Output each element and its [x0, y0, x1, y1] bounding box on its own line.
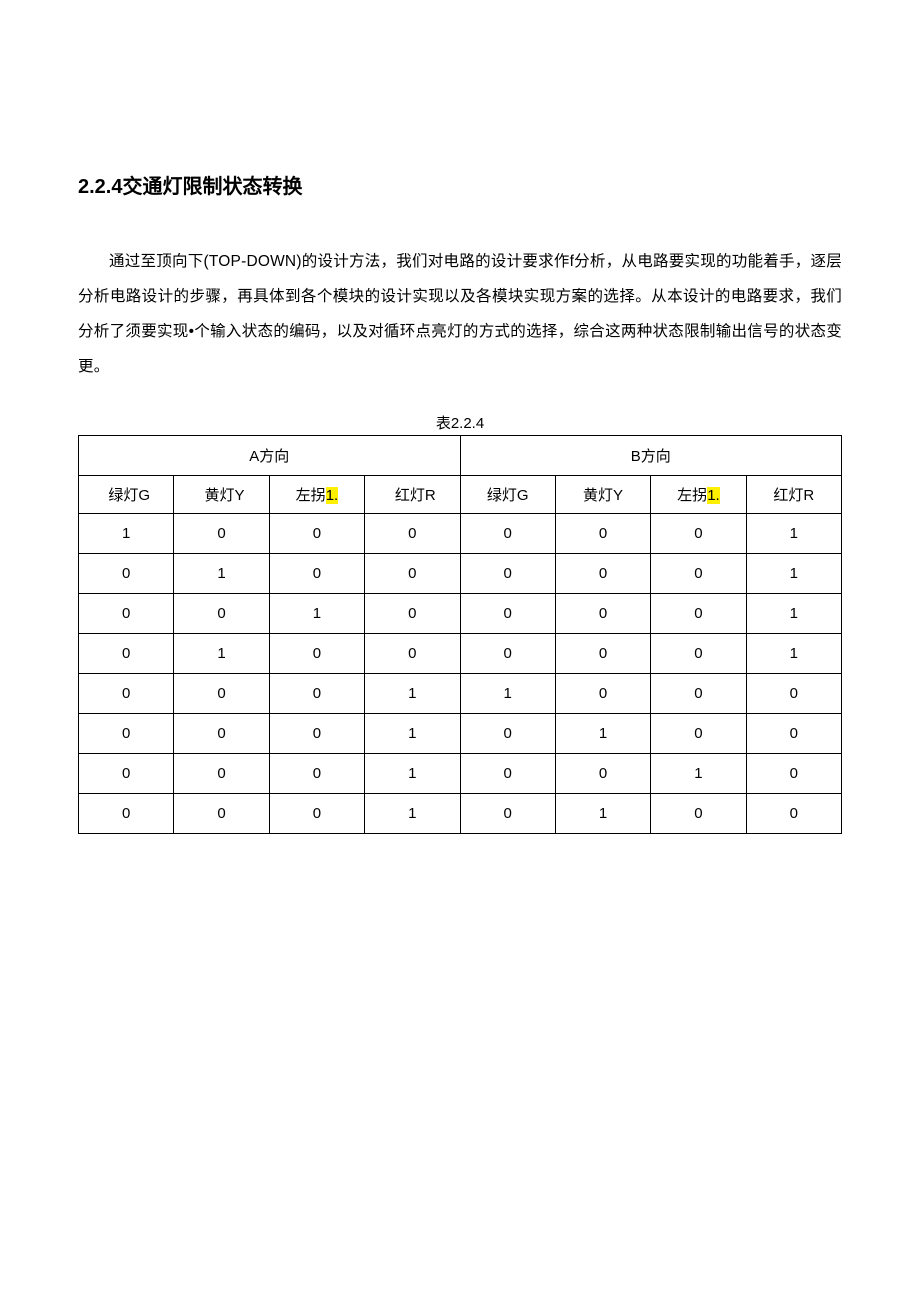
table-cell: 0: [555, 513, 650, 553]
table-cell: 1: [365, 673, 460, 713]
table-row: 00011000: [79, 673, 842, 713]
col-b-left-text: 左拐: [677, 487, 707, 504]
table-cell: 0: [79, 793, 174, 833]
table-cell: 0: [79, 673, 174, 713]
table-row: 01000001: [79, 633, 842, 673]
table-row: 10000001: [79, 513, 842, 553]
table-cell: 0: [651, 713, 746, 753]
table-cell: 1: [651, 753, 746, 793]
table-cell: 0: [555, 633, 650, 673]
col-a-red: 红灯R: [365, 475, 460, 513]
table-cell: 1: [555, 713, 650, 753]
col-b-left: 左拐1.: [651, 475, 746, 513]
section-heading: 2.2.4交通灯限制状态转换: [78, 170, 842, 199]
header-b-direction: B方向: [460, 435, 842, 475]
table-cell: 0: [555, 553, 650, 593]
table-cell: 0: [269, 513, 364, 553]
table-cell: 1: [460, 673, 555, 713]
header-a-direction: A方向: [79, 435, 461, 475]
table-cell: 1: [746, 553, 841, 593]
table-cell: 0: [365, 633, 460, 673]
table-row: 01000001: [79, 553, 842, 593]
col-a-left: 左拐1.: [269, 475, 364, 513]
table-body: A方向 B方向 绿灯G 黄灯Y 左拐1. 红灯R 绿灯G 黄灯Y 左拐1. 红灯…: [79, 435, 842, 833]
table-cell: 0: [269, 633, 364, 673]
table-cell: 0: [174, 513, 269, 553]
table-cell: 1: [746, 593, 841, 633]
col-a-green: 绿灯G: [79, 475, 174, 513]
table-cell: 0: [651, 673, 746, 713]
col-a-left-text: 左拐: [296, 487, 326, 504]
table-cell: 1: [746, 633, 841, 673]
table-cell: 0: [174, 753, 269, 793]
table-cell: 0: [365, 553, 460, 593]
col-a-yellow: 黄灯Y: [174, 475, 269, 513]
table-cell: 0: [555, 593, 650, 633]
table-cell: 1: [79, 513, 174, 553]
table-header-row-lights: 绿灯G 黄灯Y 左拐1. 红灯R 绿灯G 黄灯Y 左拐1. 红灯R: [79, 475, 842, 513]
table-cell: 0: [460, 593, 555, 633]
col-b-left-highlight: 1.: [707, 487, 720, 504]
table-cell: 0: [746, 793, 841, 833]
table-cell: 0: [269, 553, 364, 593]
table-cell: 0: [460, 553, 555, 593]
table-cell: 0: [460, 793, 555, 833]
table-cell: 0: [555, 673, 650, 713]
table-cell: 1: [365, 713, 460, 753]
table-cell: 0: [746, 753, 841, 793]
table-cell: 1: [746, 513, 841, 553]
table-cell: 0: [651, 553, 746, 593]
col-b-red: 红灯R: [746, 475, 841, 513]
table-cell: 0: [174, 593, 269, 633]
table-row: 00010010: [79, 753, 842, 793]
table-cell: 0: [460, 513, 555, 553]
table-cell: 0: [269, 753, 364, 793]
table-cell: 0: [555, 753, 650, 793]
table-header-row-directions: A方向 B方向: [79, 435, 842, 475]
document-page: 2.2.4交通灯限制状态转换 通过至顶向下(TOP-DOWN)的设计方法，我们对…: [0, 0, 920, 1301]
table-cell: 0: [79, 753, 174, 793]
table-cell: 0: [651, 513, 746, 553]
table-cell: 0: [460, 753, 555, 793]
table-cell: 0: [746, 713, 841, 753]
state-transition-table: A方向 B方向 绿灯G 黄灯Y 左拐1. 红灯R 绿灯G 黄灯Y 左拐1. 红灯…: [78, 435, 842, 834]
table-cell: 1: [365, 753, 460, 793]
table-cell: 1: [174, 553, 269, 593]
table-cell: 0: [651, 593, 746, 633]
table-row: 00010100: [79, 793, 842, 833]
table-cell: 0: [269, 713, 364, 753]
table-cell: 1: [269, 593, 364, 633]
table-cell: 0: [79, 713, 174, 753]
table-cell: 0: [460, 633, 555, 673]
table-cell: 0: [460, 713, 555, 753]
table-cell: 1: [555, 793, 650, 833]
col-a-left-highlight: 1.: [326, 487, 339, 504]
table-cell: 0: [174, 713, 269, 753]
table-cell: 0: [365, 593, 460, 633]
table-cell: 0: [174, 673, 269, 713]
table-cell: 0: [269, 793, 364, 833]
table-cell: 0: [651, 633, 746, 673]
table-row: 00010100: [79, 713, 842, 753]
col-b-green: 绿灯G: [460, 475, 555, 513]
table-cell: 1: [174, 633, 269, 673]
table-cell: 0: [746, 673, 841, 713]
table-cell: 0: [651, 793, 746, 833]
table-cell: 0: [269, 673, 364, 713]
table-row: 00100001: [79, 593, 842, 633]
table-cell: 0: [79, 553, 174, 593]
section-paragraph: 通过至顶向下(TOP-DOWN)的设计方法，我们对电路的设计要求作f分析，从电路…: [78, 245, 842, 385]
table-caption: 表2.2.4: [78, 415, 842, 435]
table-cell: 1: [365, 793, 460, 833]
table-cell: 0: [365, 513, 460, 553]
table-cell: 0: [174, 793, 269, 833]
table-cell: 0: [79, 633, 174, 673]
col-b-yellow: 黄灯Y: [555, 475, 650, 513]
table-cell: 0: [79, 593, 174, 633]
